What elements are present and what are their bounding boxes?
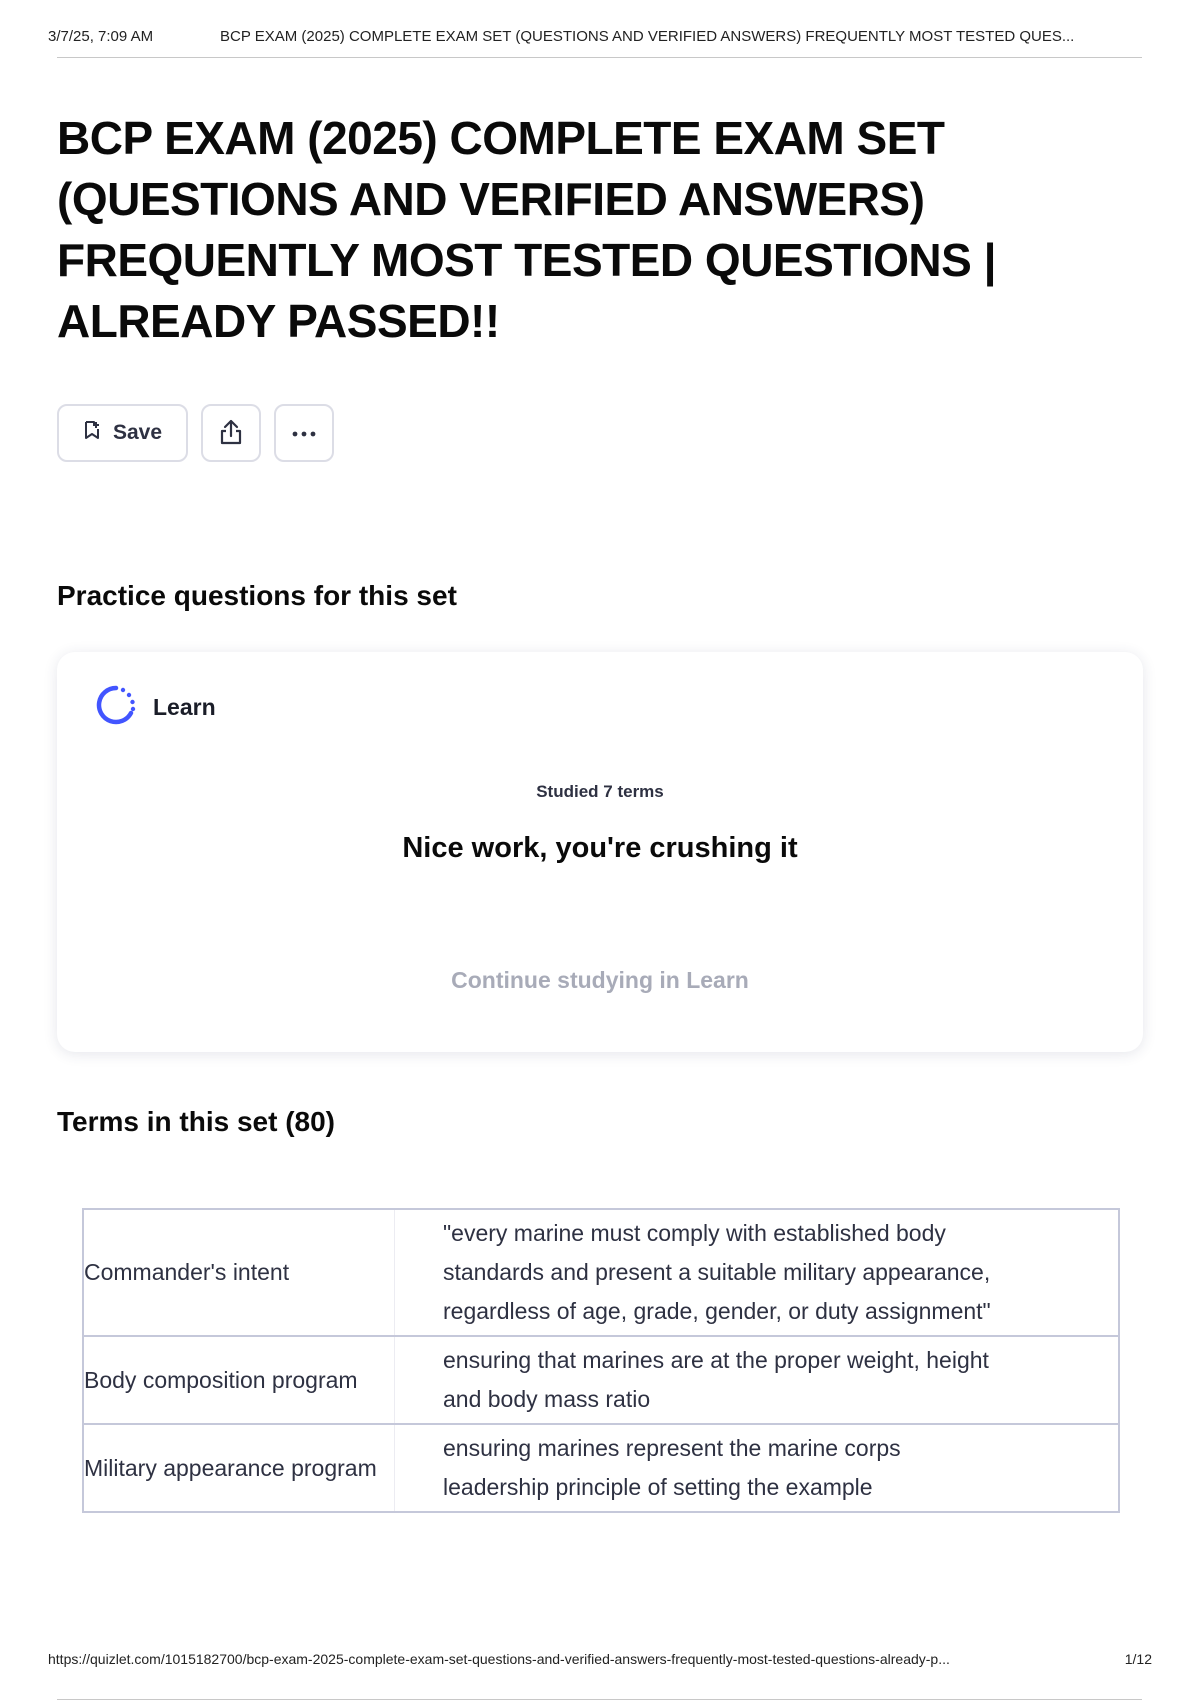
studied-count: Studied 7 terms <box>536 782 664 801</box>
continue-learn-button[interactable]: Continue studying in Learn <box>57 967 1143 994</box>
table-row: Body composition program ensuring that m… <box>83 1336 1119 1424</box>
definition-cell: ensuring that marines are at the proper … <box>443 1347 989 1412</box>
term-cell: Military appearance program <box>83 1424 395 1512</box>
save-button[interactable]: Save <box>57 404 188 462</box>
learn-card: Learn Studied 7 terms Nice work, you're … <box>57 652 1143 1052</box>
terms-heading: Terms in this set (80) <box>57 1106 336 1137</box>
learn-mode-label: Learn <box>153 694 216 720</box>
print-url: https://quizlet.com/1015182700/bcp-exam-… <box>48 1651 950 1667</box>
print-datetime: 3/7/25, 7:09 AM <box>48 28 154 45</box>
more-options-icon <box>291 426 317 441</box>
term-cell: Body composition program <box>83 1336 395 1424</box>
bookmark-icon <box>83 420 101 446</box>
terms-table: Commander's intent "every marine must co… <box>82 1208 1120 1513</box>
more-options-button[interactable] <box>274 404 334 462</box>
table-row: Commander's intent "every marine must co… <box>83 1209 1119 1336</box>
print-footer: https://quizlet.com/1015182700/bcp-exam-… <box>48 1651 1152 1667</box>
print-page-number: 1/12 <box>1124 1651 1152 1667</box>
set-title: BCP EXAM (2025) COMPLETE EXAM SET (QUEST… <box>57 112 996 347</box>
learn-progress-icon <box>95 684 137 731</box>
print-header: 3/7/25, 7:09 AM BCP EXAM (2025) COMPLETE… <box>48 28 1142 45</box>
definition-cell: "every marine must comply with establish… <box>443 1220 991 1324</box>
share-icon <box>218 418 244 449</box>
share-button[interactable] <box>201 404 261 462</box>
save-button-label: Save <box>112 421 163 444</box>
learn-mode-header[interactable]: Learn <box>95 684 216 731</box>
set-actions: Save <box>57 404 334 462</box>
praise-message: Nice work, you're crushing it <box>402 832 798 864</box>
definition-cell: ensuring marines represent the marine co… <box>443 1435 901 1500</box>
term-cell: Commander's intent <box>83 1209 395 1336</box>
header-divider <box>57 57 1142 58</box>
table-row: Military appearance program ensuring mar… <box>83 1424 1119 1512</box>
practice-heading: Practice questions for this set <box>57 580 457 611</box>
print-page-title: BCP EXAM (2025) COMPLETE EXAM SET (QUEST… <box>220 28 1075 45</box>
